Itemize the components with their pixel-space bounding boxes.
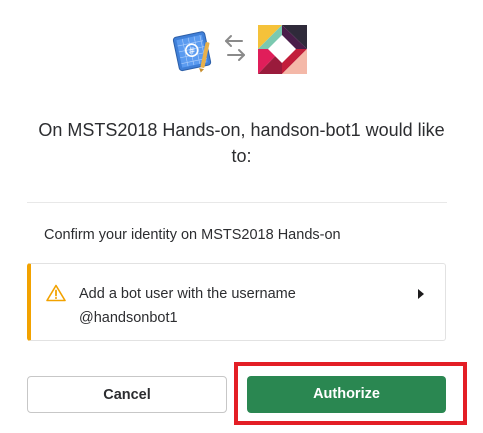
swap-arrows-icon (225, 35, 245, 61)
slack-logo-icon (258, 25, 307, 74)
authorize-highlight-box (234, 362, 467, 425)
bot-user-permission-row[interactable]: Add a bot user with the username @handso… (27, 263, 446, 341)
warning-icon (46, 284, 66, 302)
divider (27, 202, 447, 203)
permission-text: Add a bot user with the username @handso… (79, 282, 296, 330)
cancel-button[interactable]: Cancel (27, 376, 227, 413)
compose-blueprint-icon: # (172, 31, 212, 73)
identity-permission-text: Confirm your identity on MSTS2018 Hands-… (44, 227, 341, 243)
app-icons-row: # (0, 24, 483, 76)
caret-right-icon[interactable] (417, 289, 425, 299)
permission-line-1: Add a bot user with the username (79, 286, 296, 302)
permission-line-2: @handsonbot1 (79, 310, 178, 326)
authorization-title: On MSTS2018 Hands-on, handson-bot1 would… (38, 120, 445, 166)
